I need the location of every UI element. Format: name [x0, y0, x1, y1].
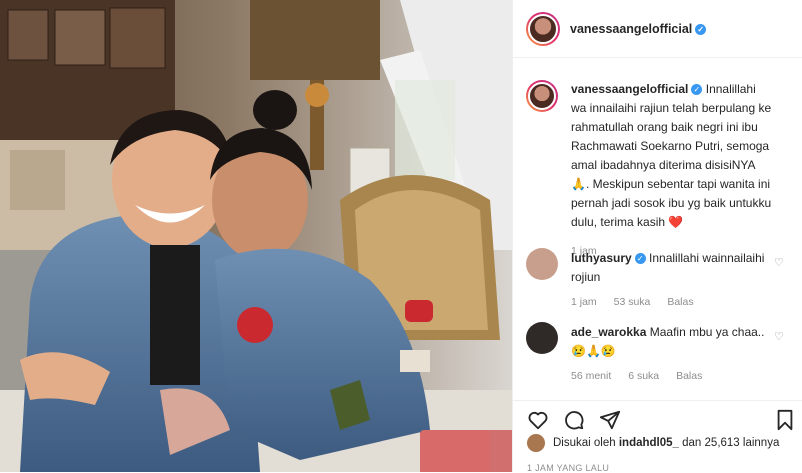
- post-photo[interactable]: [0, 0, 512, 472]
- comment-time[interactable]: 56 menit: [571, 370, 611, 382]
- verified-icon: ✓: [695, 23, 707, 35]
- comment-likes[interactable]: 53 suka: [614, 296, 651, 308]
- reply-button[interactable]: Balas: [676, 370, 702, 382]
- verified-icon: ✓: [691, 84, 703, 95]
- heart-icon[interactable]: [527, 409, 549, 431]
- commenter-avatar[interactable]: [526, 248, 558, 280]
- likes-prefix: Disukai oleh: [553, 437, 616, 449]
- comment: ade_warokka Maafin mbu ya chaa.. 😢🙏😢 56 …: [513, 320, 802, 388]
- comment: luthyasury ✓ Innalillahi wainnailaihi roj…: [513, 246, 802, 314]
- post-header: vanessaangelofficial ✓: [513, 0, 802, 58]
- heart-icon[interactable]: ♡: [774, 258, 785, 269]
- post-details-panel: vanessaangelofficial ✓ vanessaangeloffici…: [512, 0, 802, 473]
- comment-meta: 1 jam 53 suka Balas: [571, 293, 773, 312]
- author-username[interactable]: vanessaangelofficial ✓: [570, 22, 707, 36]
- caption-username[interactable]: vanessaangelofficial: [571, 82, 688, 96]
- post-photo-illustration: [0, 0, 512, 472]
- likes-count[interactable]: dan 25,613 lainnya: [682, 437, 779, 449]
- comment-meta: 56 menit 6 suka Balas: [571, 367, 773, 386]
- reply-button[interactable]: Balas: [667, 296, 693, 308]
- likes-user[interactable]: indahdl05_: [619, 437, 679, 449]
- action-bar: [513, 400, 802, 434]
- instagram-post: vanessaangelofficial ✓ vanessaangeloffici…: [0, 0, 802, 473]
- bookmark-icon[interactable]: [775, 409, 795, 431]
- comment-likes[interactable]: 6 suka: [628, 370, 659, 382]
- commenter-username[interactable]: luthyasury: [571, 251, 632, 265]
- caption-avatar[interactable]: [526, 80, 558, 112]
- author-avatar[interactable]: [526, 11, 560, 46]
- caption: vanessaangelofficial ✓ Innalillahi wa inn…: [513, 70, 802, 257]
- verified-icon: ✓: [634, 253, 646, 264]
- heart-icon[interactable]: ♡: [774, 332, 785, 343]
- likes-summary: Disukai oleh indahdl05_ dan 25,613 lainn…: [527, 434, 779, 452]
- commenter-avatar[interactable]: [526, 322, 558, 354]
- comment-time[interactable]: 1 jam: [571, 296, 597, 308]
- caption-text: Innalillahi wa innailaihi rajiun telah b…: [571, 82, 772, 229]
- comment-icon[interactable]: [563, 409, 585, 431]
- share-icon[interactable]: [599, 409, 621, 431]
- commenter-username[interactable]: ade_warokka: [571, 325, 646, 339]
- liker-avatar[interactable]: [527, 434, 545, 452]
- comment-list: vanessaangelofficial ✓ Innalillahi wa inn…: [513, 70, 802, 388]
